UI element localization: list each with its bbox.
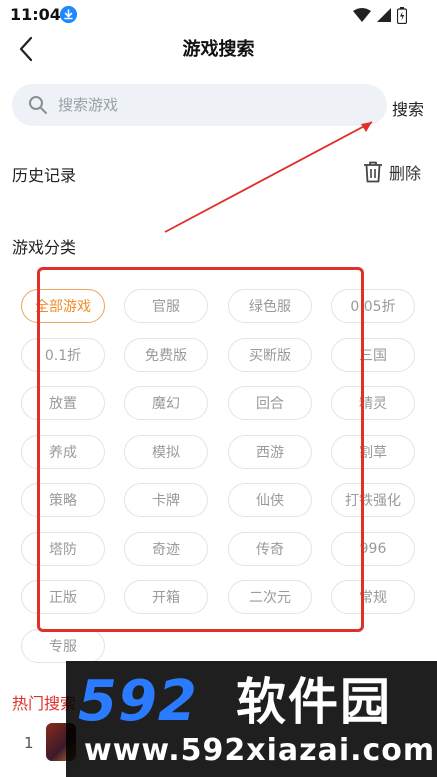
watermark-logo: 592	[78, 669, 198, 734]
hot-search-rank: 1	[24, 734, 34, 752]
watermark-brand: 软件园	[236, 673, 392, 731]
annotation-highlight-box	[37, 267, 364, 632]
watermark-url: www.592xiazai.com	[84, 733, 436, 768]
